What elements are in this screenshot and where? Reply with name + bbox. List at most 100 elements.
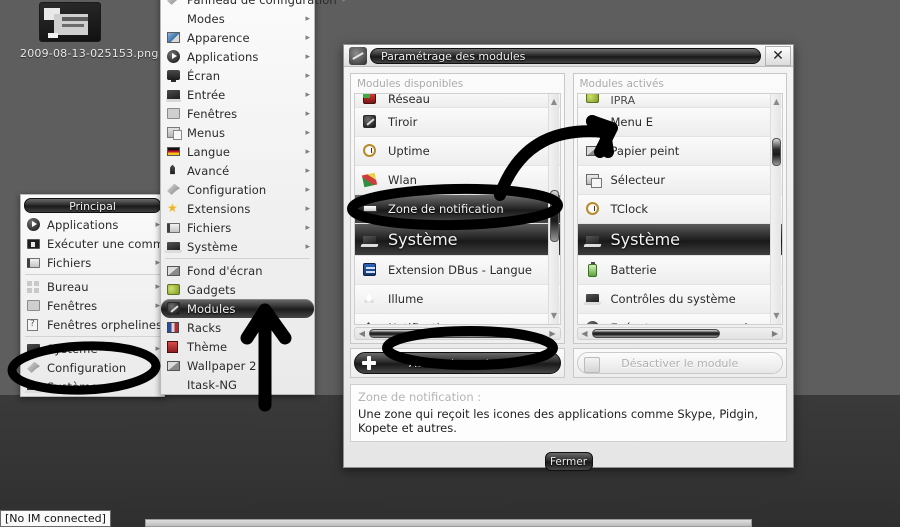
list-item[interactable]: TClock [577, 195, 782, 224]
menu-item-fichiers[interactable]: Fichiers ▸ [21, 253, 164, 272]
list-item[interactable]: Sélecteur [577, 166, 782, 195]
list-item-label: Extension DBus - Langue [388, 263, 533, 277]
menu-item-applications[interactable]: Applications ▸ [161, 47, 314, 66]
scroll-right-icon[interactable]: ▶ [769, 328, 781, 339]
menu-item-run-command[interactable]: Exécuter une commande [21, 234, 193, 253]
chevron-right-icon: ▸ [305, 51, 310, 62]
menu-item-label: Fenêtres orphelines [47, 317, 163, 332]
menu-item-avance[interactable]: Avancé ▸ [161, 161, 314, 180]
module-description-title: Zone de notification : [358, 390, 482, 404]
menu-item-langue[interactable]: Langue ▸ [161, 142, 314, 161]
bottom-shelf[interactable] [145, 519, 752, 527]
list-item[interactable]: Menu E [577, 108, 782, 137]
menu-item-ecran[interactable]: Écran ▸ [161, 66, 314, 85]
menu-item-modules[interactable]: Modules [161, 299, 314, 318]
list-item[interactable]: Papier peint [577, 137, 782, 166]
menu-item-itask-ng[interactable]: Itask-NG [161, 375, 314, 394]
desktop-file-icon[interactable]: 2009-08-13-025153.png [20, 2, 158, 60]
close-icon[interactable]: ✕ [765, 45, 791, 66]
menu-item-applications[interactable]: Applications ▸ [21, 215, 164, 234]
menu-item-fond-decran[interactable]: Fond d'écran [161, 261, 314, 280]
scrollbar-thumb[interactable] [549, 190, 559, 242]
available-modules-list[interactable]: Réseau Tiroir Uptime Wlan Zone de notifi… [354, 93, 561, 325]
menu-item-fenetres[interactable]: Fenêtres ▸ [21, 296, 164, 315]
enabled-modules-list[interactable]: IPRA Menu E Papier peint Sélecteur TCloc… [576, 93, 783, 325]
menu-item-gadgets[interactable]: Gadgets [161, 280, 314, 299]
enable-module-button[interactable]: Activer le module [354, 352, 561, 374]
disable-module-button[interactable]: Désactiver le module [576, 352, 783, 374]
window-title: Paramétrage des modules [370, 47, 761, 64]
desktop: 2009-08-13-025153.png Principal Applicat… [0, 0, 900, 527]
scroll-up-icon[interactable]: ▲ [549, 96, 560, 108]
menu-item-label: Langue [187, 144, 231, 159]
available-list-hscrollbar[interactable]: ◀ ▶ [354, 327, 561, 340]
menu-item-theme[interactable]: Thème [161, 337, 314, 356]
configuration-tool-icon [27, 361, 41, 375]
orphan-windows-icon [27, 318, 41, 332]
menu-item-menus[interactable]: Menus ▸ [161, 123, 314, 142]
chevron-right-icon: ▸ [305, 165, 310, 176]
menu-item-modes[interactable]: Modes ▸ [161, 9, 314, 28]
applications-icon [167, 49, 181, 64]
menu-item-systeme[interactable]: Système ▸ [161, 237, 314, 256]
hscrollbar-thumb[interactable] [369, 329, 519, 338]
chevron-right-icon: ▸ [305, 89, 310, 100]
system-laptop-icon [585, 232, 602, 248]
list-item-zone-de-notification[interactable]: Zone de notification [355, 195, 560, 224]
list-item[interactable]: Notification [355, 314, 560, 324]
menu-item-entree[interactable]: Entrée ▸ [161, 85, 314, 104]
list-item[interactable]: Tiroir [355, 108, 560, 137]
scroll-left-icon[interactable]: ◀ [579, 328, 591, 339]
menu-item-panneau-de-configuration[interactable]: Panneau de configuration ▸ [161, 0, 347, 9]
menu-item-configuration[interactable]: Configuration ▸ [161, 180, 314, 199]
close-window-button[interactable]: Fermer [544, 452, 593, 471]
menu-item-extensions[interactable]: ★ Extensions ▸ [161, 199, 314, 218]
chevron-right-icon: ▸ [305, 108, 310, 119]
chevron-right-icon: ▸ [305, 127, 310, 138]
menu-item-label: Bureau [47, 279, 89, 294]
menu-separator [25, 274, 160, 275]
hscrollbar-thumb[interactable] [591, 329, 720, 338]
menu-item-systeme-sub[interactable]: Système ▸ [21, 339, 164, 358]
scroll-right-icon[interactable]: ▶ [547, 328, 559, 339]
modules-panes: Modules disponibles Réseau Tiroir Uptime [344, 67, 793, 344]
list-item[interactable]: Extension DBus - Langue [355, 256, 560, 285]
list-item[interactable]: Réseau [355, 94, 560, 108]
scroll-up-icon[interactable]: ▲ [771, 96, 782, 108]
list-item[interactable]: Illume [355, 285, 560, 314]
menu-item-label: Thème [187, 339, 228, 354]
scroll-down-icon[interactable]: ▼ [771, 310, 782, 322]
list-item[interactable]: Uptime [355, 137, 560, 166]
menu-item-systeme[interactable]: Système [21, 377, 164, 396]
list-item[interactable]: Exécuter une commande [577, 314, 782, 324]
wallpaper-icon [167, 264, 181, 278]
menu-item-apparence[interactable]: Apparence ▸ [161, 28, 314, 47]
scroll-left-icon[interactable]: ◀ [356, 328, 368, 339]
chevron-right-icon: ▸ [155, 219, 160, 230]
available-list-scrollbar[interactable]: ▲ ▼ [547, 94, 560, 324]
configuration-tool-icon [167, 183, 181, 197]
list-item[interactable]: Batterie [577, 256, 782, 285]
enable-action-cell: Activer le module [350, 348, 565, 378]
enabled-list-scrollbar[interactable]: ▲ ▼ [770, 94, 781, 324]
menu-item-racks[interactable]: Racks [161, 318, 314, 337]
menu-item-configuration[interactable]: Configuration [21, 358, 164, 377]
scroll-down-icon[interactable]: ▼ [549, 310, 560, 322]
menu-item-wallpaper-2[interactable]: Wallpaper 2 [161, 356, 314, 375]
menu-item-bureau[interactable]: Bureau ▸ [21, 277, 164, 296]
system-controls-icon [585, 291, 602, 307]
scrollbar-thumb[interactable] [772, 138, 781, 166]
window-titlebar[interactable]: Paramétrage des modules ✕ [344, 45, 793, 67]
menu-item-label: Système [187, 239, 238, 254]
image-thumbnail-icon [39, 2, 101, 42]
im-status-indicator: [No IM connected] [0, 510, 111, 527]
list-item[interactable]: Wlan [355, 166, 560, 195]
windows-icon [167, 107, 181, 121]
list-item[interactable]: IPRA [577, 94, 782, 108]
menu-item-fenetres[interactable]: Fenêtres ▸ [161, 104, 314, 123]
menu-item-label: Gadgets [187, 282, 236, 297]
list-item[interactable]: Contrôles du système [577, 285, 782, 314]
enabled-list-hscrollbar[interactable]: ◀ ▶ [576, 327, 783, 340]
menu-item-fenetres-orphelines[interactable]: Fenêtres orphelines ▸ [21, 315, 172, 334]
menu-item-fichiers[interactable]: Fichiers ▸ [161, 218, 314, 237]
